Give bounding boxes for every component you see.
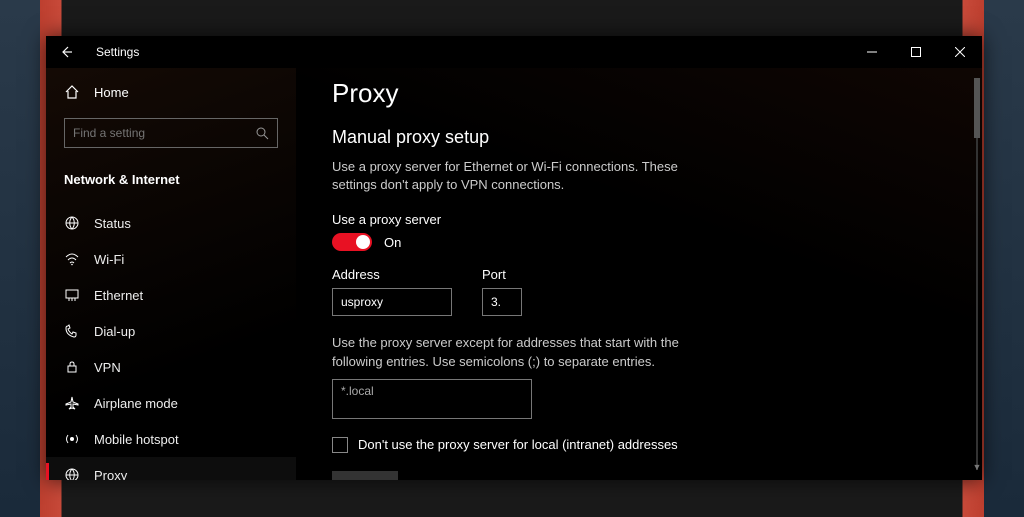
search-input[interactable] bbox=[73, 126, 255, 140]
sidebar-home-label: Home bbox=[94, 85, 129, 100]
sidebar-item-airplane[interactable]: Airplane mode bbox=[46, 385, 296, 421]
titlebar: Settings bbox=[46, 36, 982, 68]
sidebar-item-label: Wi-Fi bbox=[94, 252, 124, 267]
section-description: Use a proxy server for Ethernet or Wi-Fi… bbox=[332, 158, 692, 194]
proxy-icon bbox=[64, 467, 80, 480]
sidebar-item-label: Airplane mode bbox=[94, 396, 178, 411]
sidebar-item-hotspot[interactable]: Mobile hotspot bbox=[46, 421, 296, 457]
sidebar-category: Network & Internet bbox=[46, 160, 296, 199]
port-label: Port bbox=[482, 267, 522, 282]
settings-window: Settings Home Network & Internet bbox=[46, 36, 982, 480]
sidebar: Home Network & Internet Status Wi-Fi bbox=[46, 68, 296, 480]
scrollbar[interactable]: ▲ ▼ bbox=[974, 78, 980, 470]
close-button[interactable] bbox=[938, 38, 982, 66]
sidebar-item-proxy[interactable]: Proxy bbox=[46, 457, 296, 480]
local-bypass-label: Don't use the proxy server for local (in… bbox=[358, 437, 678, 452]
sidebar-item-label: Mobile hotspot bbox=[94, 432, 179, 447]
sidebar-item-vpn[interactable]: VPN bbox=[46, 349, 296, 385]
globe-icon bbox=[64, 215, 80, 231]
content-pane: Proxy Manual proxy setup Use a proxy ser… bbox=[296, 68, 982, 480]
maximize-button[interactable] bbox=[894, 38, 938, 66]
sidebar-item-label: Dial-up bbox=[94, 324, 135, 339]
port-input[interactable] bbox=[482, 288, 522, 316]
minimize-button[interactable] bbox=[850, 38, 894, 66]
ethernet-icon bbox=[64, 287, 80, 303]
scroll-down-icon[interactable]: ▼ bbox=[972, 462, 982, 472]
back-button[interactable] bbox=[58, 44, 78, 60]
home-icon bbox=[64, 84, 80, 100]
sidebar-home[interactable]: Home bbox=[46, 78, 296, 106]
hotspot-icon bbox=[64, 431, 80, 447]
use-proxy-toggle[interactable] bbox=[332, 233, 372, 251]
dialup-icon bbox=[64, 323, 80, 339]
sidebar-item-dialup[interactable]: Dial-up bbox=[46, 313, 296, 349]
window-title: Settings bbox=[96, 45, 139, 59]
toggle-state-label: On bbox=[384, 235, 401, 250]
search-box[interactable] bbox=[64, 118, 278, 148]
sidebar-item-status[interactable]: Status bbox=[46, 205, 296, 241]
vpn-icon bbox=[64, 359, 80, 375]
sidebar-item-label: Proxy bbox=[94, 468, 127, 481]
section-title: Manual proxy setup bbox=[332, 127, 952, 148]
address-label: Address bbox=[332, 267, 452, 282]
sidebar-item-label: Ethernet bbox=[94, 288, 143, 303]
exceptions-input[interactable]: *.local bbox=[332, 379, 532, 419]
local-bypass-checkbox[interactable] bbox=[332, 437, 348, 453]
sidebar-item-ethernet[interactable]: Ethernet bbox=[46, 277, 296, 313]
search-icon bbox=[255, 126, 269, 140]
sidebar-item-label: VPN bbox=[94, 360, 121, 375]
use-proxy-label: Use a proxy server bbox=[332, 212, 952, 227]
page-title: Proxy bbox=[332, 78, 952, 109]
airplane-icon bbox=[64, 395, 80, 411]
sidebar-item-wifi[interactable]: Wi-Fi bbox=[46, 241, 296, 277]
sidebar-item-label: Status bbox=[94, 216, 131, 231]
address-input[interactable] bbox=[332, 288, 452, 316]
scrollbar-thumb[interactable] bbox=[974, 78, 980, 138]
exceptions-description: Use the proxy server except for addresse… bbox=[332, 334, 692, 370]
wifi-icon bbox=[64, 251, 80, 267]
save-button[interactable]: Save bbox=[332, 471, 398, 480]
